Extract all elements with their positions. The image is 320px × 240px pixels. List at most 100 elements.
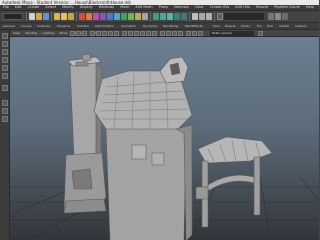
shelf-tab-custom[interactable]: Custom [295, 24, 307, 29]
bookmarks-icon[interactable] [82, 31, 87, 36]
mask-curves-icon[interactable] [107, 13, 113, 20]
mask-vertices-icon[interactable] [79, 13, 85, 20]
ipr-render-icon[interactable] [199, 13, 205, 20]
anti-aliasing-icon[interactable] [172, 31, 177, 36]
paint-select-icon[interactable] [2, 49, 8, 55]
mask-misc-icon[interactable] [142, 13, 148, 20]
camera-field[interactable]: Multi-camera [210, 31, 254, 36]
separator [26, 12, 27, 21]
shelf-tab-surfaces[interactable]: Surfaces [37, 24, 50, 29]
image-plane-icon[interactable] [90, 31, 95, 36]
scale-tool-icon[interactable] [2, 73, 8, 79]
grid-toggle-icon[interactable] [96, 31, 101, 36]
single-perspective-layout-icon[interactable] [2, 100, 8, 106]
select-hierarchy-icon[interactable] [54, 13, 60, 20]
snap-view-plane-icon[interactable] [174, 13, 180, 20]
select-object-icon[interactable] [61, 13, 67, 20]
shelf-tab-animation[interactable]: Animation [121, 24, 136, 29]
select-tool-icon[interactable] [2, 33, 8, 39]
mask-uvs-icon[interactable] [100, 13, 106, 20]
shelf-tab-hair[interactable]: Hair [267, 24, 273, 29]
chimney [69, 58, 99, 158]
screen-space-ao-icon[interactable] [160, 31, 165, 36]
tool-settings-icon[interactable] [282, 13, 288, 20]
mask-dynamics-icon[interactable] [128, 13, 134, 20]
separator [76, 12, 77, 21]
separator [150, 12, 151, 21]
shelf-tab-fur[interactable]: Fur [257, 24, 262, 29]
status-line: Polygons [0, 10, 319, 30]
panel-menu-view[interactable]: View [13, 30, 20, 37]
textured-icon[interactable] [140, 31, 145, 36]
move-tool-icon[interactable] [2, 57, 8, 63]
wireframe-icon[interactable] [122, 31, 127, 36]
open-scene-icon[interactable] [36, 13, 42, 20]
camera-attributes-icon[interactable] [76, 31, 81, 36]
perspective-viewport[interactable] [10, 37, 319, 240]
new-scene-icon[interactable] [29, 13, 35, 20]
mask-rendering-icon[interactable] [135, 13, 141, 20]
snap-grid-icon[interactable] [153, 13, 159, 20]
render-settings-icon[interactable] [206, 13, 212, 20]
input-line-field[interactable] [224, 13, 264, 20]
mode-selector[interactable]: Polygons [3, 13, 23, 30]
shelf-tab-general[interactable]: General [3, 24, 15, 29]
wireframe-on-shaded-icon[interactable] [134, 31, 139, 36]
panel-menu-shading[interactable]: Shading [25, 30, 37, 37]
separator [189, 12, 190, 21]
isolate-select-icon[interactable] [186, 31, 191, 36]
select-component-icon[interactable] [68, 13, 74, 20]
canopy-roof [197, 136, 273, 164]
make-live-icon[interactable] [181, 13, 187, 20]
gate-mask-icon[interactable] [114, 31, 119, 36]
shadows-icon[interactable] [152, 31, 157, 36]
use-all-lights-icon[interactable] [146, 31, 151, 36]
persp-outliner-layout-icon[interactable] [2, 116, 8, 122]
attribute-editor-icon[interactable] [275, 13, 281, 20]
camera-field-value: Multi-camera [212, 31, 232, 35]
x-ray-icon[interactable] [192, 31, 197, 36]
toolbox [0, 30, 10, 240]
save-scene-icon[interactable] [43, 13, 49, 20]
camera-menu-icon[interactable] [258, 31, 263, 36]
shelf-tab-toon[interactable]: Toon [213, 24, 220, 29]
render-current-frame-icon[interactable] [192, 13, 198, 20]
four-view-layout-icon[interactable] [2, 108, 8, 114]
x-ray-joints-icon[interactable] [198, 31, 203, 36]
mask-deformers-icon[interactable] [121, 13, 127, 20]
canopy-post-right [253, 156, 261, 216]
shelf-tab-ncloth[interactable]: nCloth [279, 24, 289, 29]
smooth-shade-icon[interactable] [128, 31, 133, 36]
shelf-tabs: General Curves Surfaces Polygons Subdivs Defo… [0, 23, 319, 30]
snap-point-icon[interactable] [167, 13, 173, 20]
mask-faces-icon[interactable] [93, 13, 99, 20]
select-camera-icon[interactable] [70, 31, 75, 36]
motion-blur-icon[interactable] [166, 31, 171, 36]
shelf-tab-muscle[interactable]: Muscle [225, 24, 235, 29]
channel-box-icon[interactable] [268, 13, 274, 20]
blacksmith-house-model[interactable] [63, 53, 273, 240]
shelf-tab-polygons[interactable]: Polygons [57, 24, 70, 29]
last-tool-icon[interactable] [2, 85, 8, 91]
input-line-icon[interactable] [217, 13, 223, 20]
resolution-gate-icon[interactable] [108, 31, 113, 36]
shelf-tab-dynamics[interactable]: Dynamics [143, 24, 158, 29]
mask-edges-icon[interactable] [86, 13, 92, 20]
panel-menus: ViewShadingLightingShowRendererPanels [10, 31, 103, 35]
film-gate-icon[interactable] [102, 31, 107, 36]
maya-window: Autodesk Maya - Student Version: ...Hous… [0, 0, 319, 240]
lasso-tool-icon[interactable] [2, 41, 8, 47]
panel-menu-lighting[interactable]: Lighting [42, 30, 54, 37]
snap-curve-icon[interactable] [160, 13, 166, 20]
shelf-tab-deformation[interactable]: Deformation [95, 24, 114, 29]
mask-surfaces-icon[interactable] [114, 13, 120, 20]
depth-of-field-icon[interactable] [178, 31, 183, 36]
shelf-tab-subdivs[interactable]: Subdivs [77, 24, 89, 29]
separator [214, 12, 215, 21]
shelf-tab-rendering[interactable]: Rendering [163, 24, 178, 29]
shelf-tab-fluids[interactable]: Fluids [241, 24, 250, 29]
rotate-tool-icon[interactable] [2, 65, 8, 71]
panel-menu-show[interactable]: Show [59, 30, 67, 37]
shelf-tab-curves[interactable]: Curves [21, 24, 31, 29]
shelf-tab-painteffects[interactable]: PaintEffects [185, 24, 203, 29]
